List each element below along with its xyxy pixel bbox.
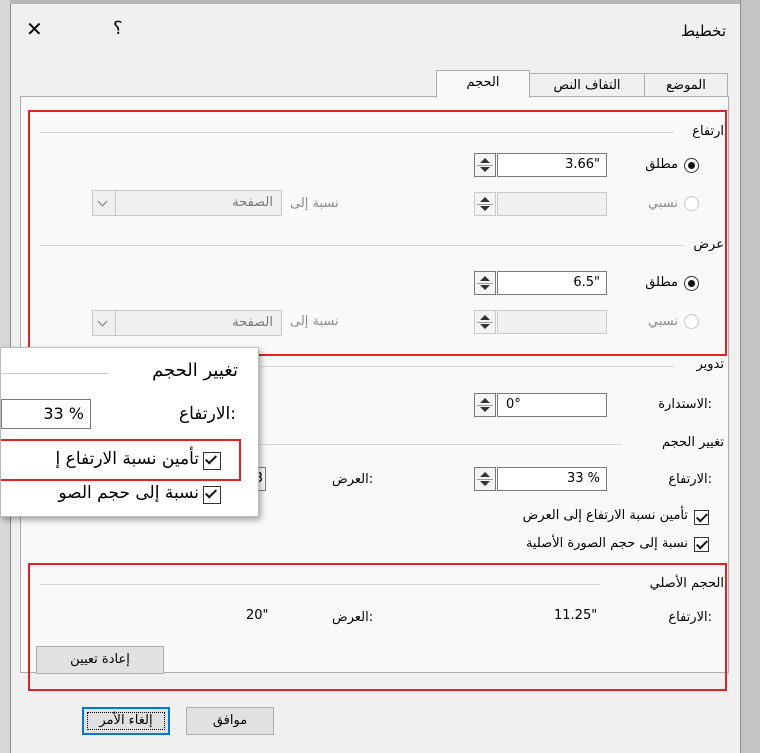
height-relative-to-select[interactable]: الصفحة <box>92 190 282 216</box>
chevron-down-icon <box>93 191 116 215</box>
tab-position[interactable]: الموضع <box>644 73 728 98</box>
chevron-down-icon <box>93 311 116 335</box>
zoom-height-input: 33 % <box>1 399 91 429</box>
width-relative-to-select[interactable]: الصفحة <box>92 310 282 336</box>
zoom-relative-original-checkbox <box>203 486 221 504</box>
width-relative-input[interactable] <box>497 310 607 334</box>
scale-height-spinner[interactable] <box>474 467 496 491</box>
scale-height-input[interactable]: 33 % <box>497 467 607 491</box>
width-absolute-input[interactable]: 6.5" <box>497 271 607 295</box>
relative-original-label: نسبة إلى حجم الصورة الأصلية <box>525 536 688 551</box>
rotation-label: الاستدارة: <box>658 397 712 412</box>
width-group-line <box>40 245 684 246</box>
scale-width-label: العرض: <box>332 472 374 487</box>
width-relative-label: نسبي <box>648 314 678 329</box>
height-group-line <box>40 132 674 133</box>
height-relative-spinner[interactable] <box>474 192 496 216</box>
width-relative-spinner[interactable] <box>474 310 496 334</box>
height-absolute-input[interactable]: 3.66" <box>497 153 607 177</box>
original-height-value: 11.25" <box>554 608 598 623</box>
zoom-height-label: الارتفاع: <box>178 404 236 424</box>
tab-size[interactable]: الحجم <box>436 70 530 98</box>
close-icon[interactable]: ✕ <box>26 19 43 39</box>
cancel-button[interactable]: إلغاء الأمر <box>82 707 170 735</box>
background-right <box>740 0 760 753</box>
rotation-spinner[interactable] <box>474 393 496 417</box>
height-relative-label: نسبي <box>648 196 678 211</box>
height-relative-radio[interactable] <box>684 196 699 211</box>
original-width-label: العرض: <box>332 610 374 625</box>
tab-text-wrapping[interactable]: التفاف النص <box>529 73 645 98</box>
lock-aspect-label: تأمين نسبة الارتفاع إلى العرض <box>522 508 688 523</box>
zoom-lock-aspect-checkbox <box>203 452 221 470</box>
height-relative-input[interactable] <box>497 192 607 216</box>
height-absolute-spinner[interactable] <box>474 153 496 177</box>
width-relative-radio[interactable] <box>684 314 699 329</box>
width-absolute-radio[interactable] <box>684 276 699 291</box>
zoom-lock-aspect-label: تأمين نسبة الارتفاع إ <box>55 449 199 469</box>
lock-aspect-checkbox[interactable] <box>694 510 709 525</box>
scale-height-label: الارتفاع: <box>668 472 712 487</box>
width-absolute-label: مطلق <box>645 275 678 290</box>
height-absolute-radio[interactable] <box>684 158 699 173</box>
rotation-input[interactable]: 0° <box>497 393 607 417</box>
rotate-group-title: تدوير <box>696 357 724 372</box>
zoom-callout: تغيير الحجم الارتفاع: 33 % تأمين نسبة ال… <box>0 347 259 517</box>
width-group-title: عرض <box>693 237 724 252</box>
original-width-value: 20" <box>246 608 269 623</box>
scale-group-title: تغيير الحجم <box>661 435 724 450</box>
width-relative-to-label: نسبة إلى <box>290 314 339 329</box>
dialog-top-edge <box>10 0 740 4</box>
zoom-relative-original-label: نسبة إلى حجم الصو <box>58 483 199 503</box>
zoom-title: تغيير الحجم <box>152 360 238 381</box>
original-group-line <box>40 584 600 585</box>
dialog-title: تخطيط <box>681 22 726 40</box>
height-relative-to-label: نسبة إلى <box>290 196 339 211</box>
height-group-title: ارتفاع <box>692 124 724 139</box>
help-icon[interactable]: ؟ <box>113 18 123 39</box>
original-height-label: الارتفاع: <box>668 610 712 625</box>
zoom-title-line <box>1 373 109 374</box>
scale-group-line <box>260 444 622 445</box>
reset-button[interactable]: إعادة تعيين <box>36 646 164 674</box>
ok-button[interactable]: موافق <box>186 707 274 735</box>
relative-original-checkbox[interactable] <box>694 537 709 552</box>
original-group-title: الحجم الأصلي <box>649 576 724 591</box>
width-absolute-spinner[interactable] <box>474 271 496 295</box>
rotate-group-line <box>260 366 674 367</box>
height-absolute-label: مطلق <box>645 157 678 172</box>
